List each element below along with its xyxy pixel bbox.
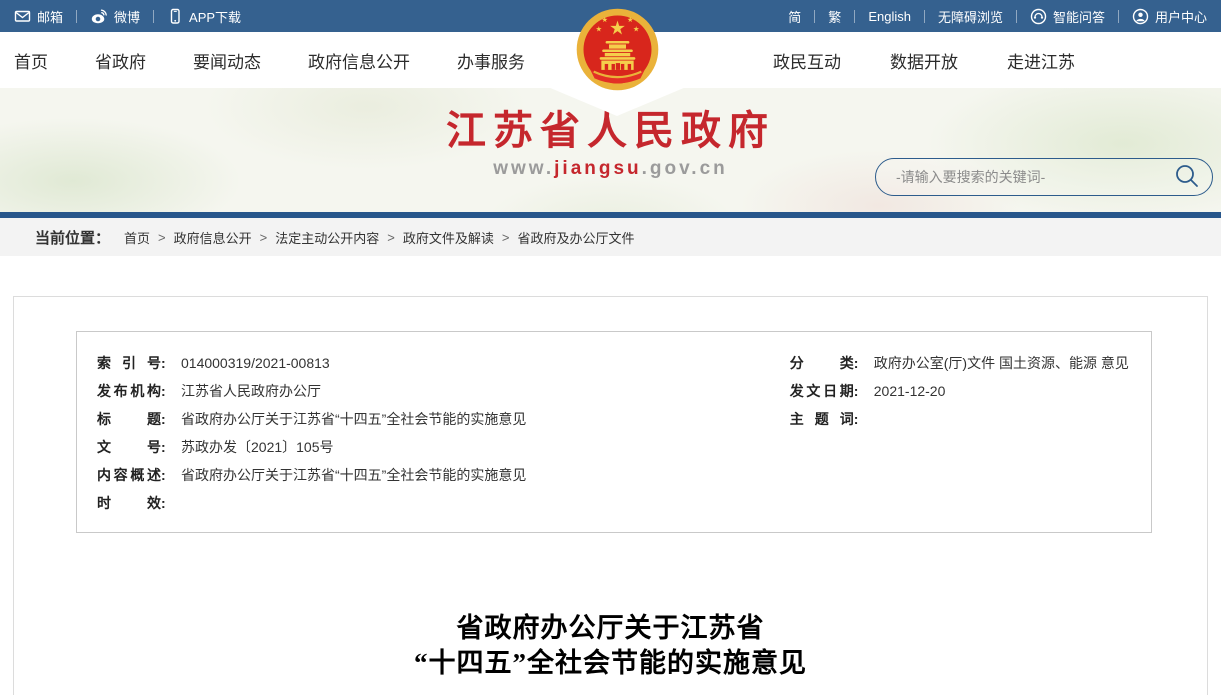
meta-colon: : (161, 405, 166, 433)
mail-label: 邮箱 (37, 7, 63, 26)
meta-colon: : (161, 349, 166, 377)
meta-value: 苏政办发〔2021〕105号 (177, 433, 790, 461)
nav-item-news[interactable]: 要闻动态 (193, 48, 261, 73)
meta-label: 内容概述 (97, 461, 161, 489)
meta-label: 文号 (97, 433, 161, 461)
nav-item-interaction[interactable]: 政民互动 (773, 48, 841, 73)
divider (854, 10, 855, 23)
meta-colon: : (854, 405, 859, 433)
breadcrumb-separator: > (502, 230, 510, 245)
nav-item-provincial-gov[interactable]: 省政府 (95, 48, 146, 73)
breadcrumb-separator: > (260, 230, 268, 245)
divider (814, 10, 815, 23)
meta-colon: : (161, 489, 166, 517)
user-icon (1132, 8, 1149, 25)
document-title-line1: 省政府办公厅关于江苏省 (14, 611, 1207, 646)
meta-row-issue-date: 发文日期: 2021-12-20 (790, 377, 1131, 405)
document-title: 省政府办公厅关于江苏省 “十四五”全社会节能的实施意见 (14, 611, 1207, 681)
meta-label: 分类 (790, 349, 854, 377)
user-center-link[interactable]: 用户中心 (1132, 7, 1207, 26)
mail-link[interactable]: 邮箱 (14, 7, 63, 26)
divider (153, 10, 154, 23)
breadcrumb-item-info-disclosure[interactable]: 政府信息公开 (174, 228, 252, 247)
nav-right-group: 政民互动 数据开放 走进江苏 (773, 32, 1075, 88)
accessibility-link[interactable]: 无障碍浏览 (938, 7, 1003, 26)
app-download-label: APP下载 (189, 7, 241, 26)
topbar-left-group: 邮箱 微博 APP下载 (14, 7, 241, 26)
lang-traditional-link[interactable]: 繁 (828, 7, 841, 26)
meta-value: 江苏省人民政府办公厅 (177, 377, 790, 405)
meta-colon: : (161, 433, 166, 461)
meta-row-index-number: 索引号: 014000319/2021-00813 (97, 349, 790, 377)
app-download-link[interactable]: APP下载 (167, 7, 241, 26)
national-emblem (575, 7, 660, 92)
topbar-right-group: 简 繁 English 无障碍浏览 智能问答 用户中心 (788, 7, 1207, 26)
meta-label: 索引号 (97, 349, 161, 377)
nav-item-services[interactable]: 办事服务 (457, 48, 525, 73)
smart-qa-label: 智能问答 (1053, 7, 1105, 26)
nav-left-group: 首页 省政府 要闻动态 政府信息公开 办事服务 (14, 32, 525, 88)
weibo-icon (90, 8, 108, 24)
breadcrumb-item-statutory-content[interactable]: 法定主动公开内容 (275, 228, 379, 247)
meta-row-document-number: 文号: 苏政办发〔2021〕105号 (97, 433, 790, 461)
search-input[interactable] (896, 169, 1174, 185)
meta-colon: : (161, 461, 166, 489)
meta-value: 014000319/2021-00813 (177, 349, 790, 377)
weibo-link[interactable]: 微博 (90, 7, 140, 26)
meta-colon: : (161, 377, 166, 405)
search-button[interactable] (1174, 163, 1200, 192)
mail-icon (14, 8, 31, 24)
divider (924, 10, 925, 23)
nav-item-about-jiangsu[interactable]: 走进江苏 (1007, 48, 1075, 73)
meta-label: 发文日期 (790, 377, 854, 405)
nav-item-open-data[interactable]: 数据开放 (890, 48, 958, 73)
lang-simplified-link[interactable]: 简 (788, 7, 801, 26)
breadcrumb-item-office-files[interactable]: 省政府及办公厅文件 (517, 228, 634, 247)
meta-colon: : (854, 377, 859, 405)
user-center-label: 用户中心 (1155, 7, 1207, 26)
nav-item-info-disclosure[interactable]: 政府信息公开 (308, 48, 410, 73)
nav-item-home[interactable]: 首页 (14, 48, 48, 73)
meta-row-content-summary: 内容概述: 省政府办公厅关于江苏省“十四五”全社会节能的实施意见 (97, 461, 790, 489)
breadcrumb-separator: > (387, 230, 395, 245)
meta-colon: : (854, 349, 859, 377)
content-box: 索引号: 014000319/2021-00813 分类: 政府办公室(厅)文件… (13, 296, 1208, 695)
meta-row-subject-words: 主题词: (790, 405, 1131, 433)
breadcrumb: 当前位置： 首页 > 政府信息公开 > 法定主动公开内容 > 政府文件及解读 >… (0, 218, 1221, 256)
smart-qa-link[interactable]: 智能问答 (1030, 7, 1105, 26)
divider (1118, 10, 1119, 23)
breadcrumb-separator: > (158, 230, 166, 245)
weibo-label: 微博 (114, 7, 140, 26)
meta-label: 时效 (97, 489, 161, 517)
document-title-line2: “十四五”全社会节能的实施意见 (14, 646, 1207, 681)
meta-label: 标题 (97, 405, 161, 433)
divider (76, 10, 77, 23)
meta-row-title: 标题: 省政府办公厅关于江苏省“十四五”全社会节能的实施意见 (97, 405, 790, 433)
document-meta-table: 索引号: 014000319/2021-00813 分类: 政府办公室(厅)文件… (76, 331, 1152, 533)
search-box (875, 158, 1213, 196)
lang-english-link[interactable]: English (868, 9, 911, 24)
meta-value: 2021-12-20 (870, 377, 1131, 405)
divider (1016, 10, 1017, 23)
breadcrumb-item-home[interactable]: 首页 (124, 228, 150, 247)
search-icon (1174, 163, 1200, 192)
meta-value: 政府办公室(厅)文件 国土资源、能源 意见 (870, 349, 1131, 377)
meta-label: 发布机构 (97, 377, 161, 405)
meta-row-issuing-agency: 发布机构: 江苏省人民政府办公厅 (97, 377, 790, 405)
meta-row-validity: 时效: (97, 489, 790, 517)
meta-value: 省政府办公厅关于江苏省“十四五”全社会节能的实施意见 (177, 461, 790, 489)
breadcrumb-item-gov-documents[interactable]: 政府文件及解读 (403, 228, 494, 247)
breadcrumb-label: 当前位置： (35, 227, 110, 248)
phone-icon (167, 8, 183, 25)
smart-qa-icon (1030, 8, 1047, 25)
page: 邮箱 微博 APP下载 简 繁 English (0, 0, 1221, 695)
meta-row-category: 分类: 政府办公室(厅)文件 国土资源、能源 意见 (790, 349, 1131, 377)
meta-value: 省政府办公厅关于江苏省“十四五”全社会节能的实施意见 (177, 405, 790, 433)
meta-label: 主题词 (790, 405, 854, 433)
